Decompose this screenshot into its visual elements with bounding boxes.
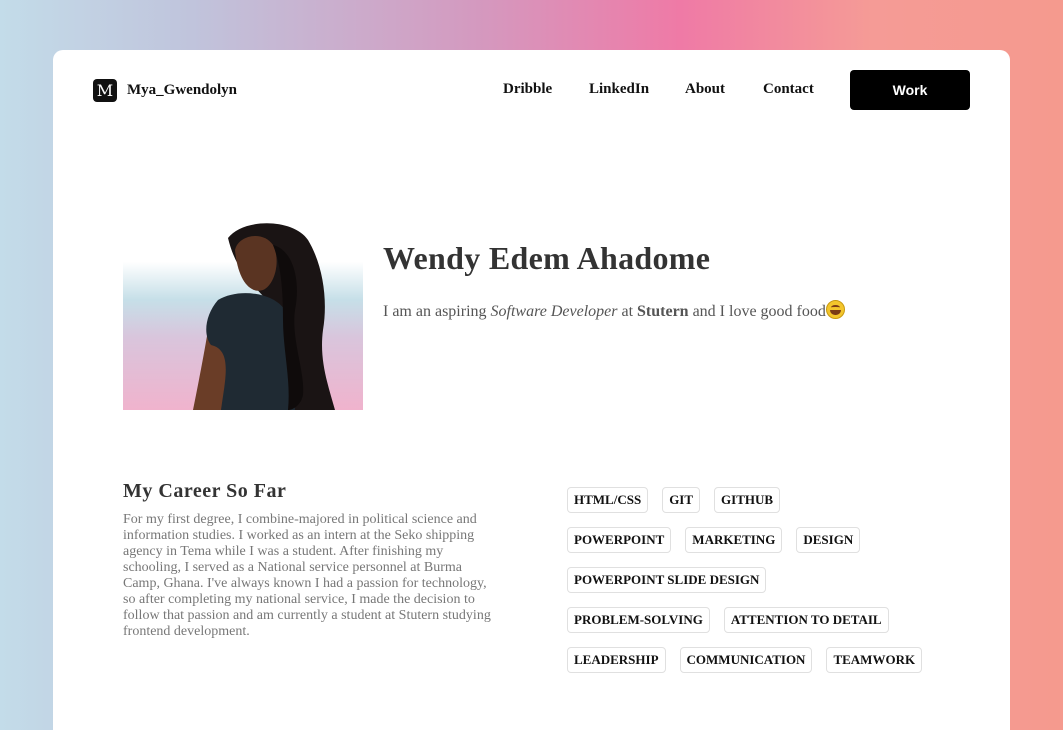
nav-link-contact[interactable]: Contact (763, 81, 814, 98)
skill-row: LEADERSHIP COMMUNICATION TEAMWORK (567, 647, 927, 673)
skill-tag: GITHUB (714, 487, 781, 513)
skill-tag: POWERPOINT (567, 527, 672, 553)
laughing-face-icon (825, 300, 845, 319)
intro-mid: at (617, 303, 638, 320)
skill-tag: POWERPOINT SLIDE DESIGN (567, 567, 767, 593)
skill-tag: LEADERSHIP (567, 647, 666, 673)
intro-suffix: and I love good food (688, 303, 826, 320)
skill-tag: HTML/CSS (567, 487, 649, 513)
intro-company: Stutern (637, 303, 689, 320)
nav-link-linkedin[interactable]: LinkedIn (589, 81, 649, 98)
skills-list: HTML/CSS GIT GITHUB POWERPOINT MARKETING… (567, 487, 927, 687)
skill-tag: ATTENTION TO DETAIL (723, 607, 889, 633)
skill-row: POWERPOINT MARKETING DESIGN (567, 527, 927, 553)
m-logo-icon: M (93, 79, 117, 102)
career-title: My Career So Far (123, 480, 287, 502)
skill-tag: COMMUNICATION (679, 647, 813, 673)
skill-tag: DESIGN (796, 527, 861, 553)
skill-row: POWERPOINT SLIDE DESIGN (567, 567, 927, 593)
skill-tag: PROBLEM-SOLVING (567, 607, 710, 633)
skill-tag: TEAMWORK (826, 647, 923, 673)
skill-row: PROBLEM-SOLVING ATTENTION TO DETAIL (567, 607, 927, 633)
career-text: For my first degree, I combine-majored i… (123, 512, 491, 639)
intro-role: Software Developer (490, 303, 618, 320)
skill-tag: MARKETING (685, 527, 783, 553)
hero-intro: I am an aspiring Software Developer at S… (383, 300, 845, 321)
profile-photo (123, 220, 363, 410)
nav-link-dribble[interactable]: Dribble (503, 81, 552, 98)
hero-name: Wendy Edem Ahadome (383, 240, 711, 276)
work-button[interactable]: Work (850, 70, 970, 110)
nav-link-about[interactable]: About (685, 81, 725, 98)
intro-prefix: I am an aspiring (383, 303, 491, 320)
skill-tag: GIT (662, 487, 701, 513)
portfolio-card: M Mya_Gwendolyn Dribble LinkedIn About C… (53, 50, 1010, 730)
brand[interactable]: M Mya_Gwendolyn (93, 79, 237, 102)
brand-name: Mya_Gwendolyn (127, 82, 238, 98)
skill-row: HTML/CSS GIT GITHUB (567, 487, 927, 513)
